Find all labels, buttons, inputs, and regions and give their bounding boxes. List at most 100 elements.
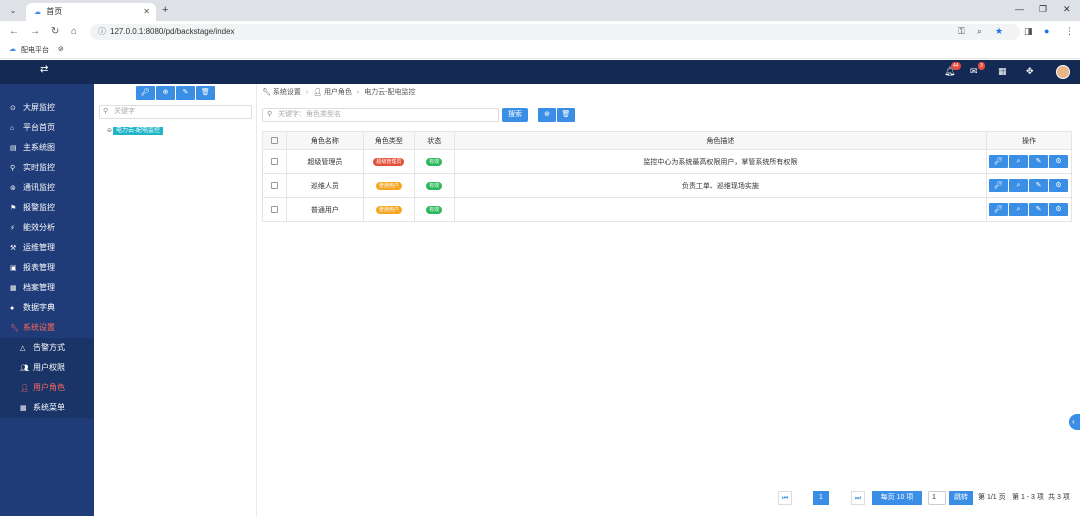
sidebar-item[interactable]: ⌂ 平台首页 <box>0 118 94 138</box>
tree-expand-icon[interactable]: ⊖ <box>107 128 112 134</box>
table-row[interactable]: 普通用户 普通用户 有效 🔑︎ ⌕ ✎ ⚙ <box>262 197 1072 222</box>
globe-icon[interactable]: ⊘ <box>58 45 64 53</box>
delete-role-button[interactable]: 🗑︎ <box>557 108 575 122</box>
view-button[interactable]: ⌕ <box>1009 155 1029 168</box>
edit-button[interactable]: ✎ <box>1029 203 1049 216</box>
mail-icon[interactable]: ✉ <box>970 66 978 77</box>
sidebar-subitem[interactable]: 👥︎ 用户权限 <box>0 358 94 378</box>
sidebar-item-label: 数据字典 <box>23 303 55 312</box>
add-role-button[interactable]: ⊕ <box>538 108 556 122</box>
sidebar-item[interactable]: ⚑ 报警监控 <box>0 198 94 218</box>
page-jump-input[interactable]: 1 <box>928 491 946 505</box>
zoom-icon[interactable]: ⌕ <box>977 26 982 37</box>
sidebar-item[interactable]: ⚲ 实时监控 <box>0 158 94 178</box>
browser-tab-strip: ⌄ ☁ 首页 ✕ + — ❐ ✕ <box>0 0 1080 21</box>
tree-add-button[interactable]: ⊕ <box>156 86 175 100</box>
sidebar-item[interactable]: ⊚ 通讯监控 <box>0 178 94 198</box>
pagination: ⏮︎ 1 ⏭︎ 每页 10 项 1 跳转 第 1/1 页 第 1 - 3 项 共… <box>0 490 1080 508</box>
role-search-input[interactable]: ⚲ 关键字：角色类型名 <box>262 108 499 122</box>
view-button[interactable]: ⌕ <box>1009 179 1029 192</box>
tree-node-label[interactable]: 电力云-配电监控 <box>113 127 164 135</box>
wrench-icon: 🔧︎ <box>262 89 271 96</box>
settings-button[interactable]: ⚙ <box>1049 155 1069 168</box>
forward-icon[interactable]: → <box>30 26 40 37</box>
sidebar-subitem-label: 告警方式 <box>33 343 65 352</box>
table-grid-icon[interactable]: ▦ <box>998 66 1007 77</box>
edit-button[interactable]: ✎ <box>1029 155 1049 168</box>
close-tab-icon[interactable]: ✕ <box>143 3 150 21</box>
col-header[interactable]: 角色描述 <box>453 131 988 150</box>
last-page-icon[interactable]: ⏭︎ <box>851 491 865 505</box>
page-size-select[interactable]: 每页 10 项 <box>872 491 922 505</box>
sidebar-item[interactable]: ⚡︎ 能效分析 <box>0 218 94 238</box>
sidebar-item[interactable]: ▣ 报表管理 <box>0 258 94 278</box>
side-collapse-arrow-icon[interactable]: ‹ <box>1069 414 1080 430</box>
sidebar-item[interactable]: ▦ 档案管理 <box>0 278 94 298</box>
home-nav-icon[interactable]: ⌂ <box>71 26 77 37</box>
bookmark-star-icon[interactable]: ★ <box>995 26 1003 37</box>
app-top-nav: ⇄ 🔔︎ 44 ✉ 3 ▦ ✥ <box>0 60 1080 84</box>
col-header[interactable]: 状态 <box>413 131 455 150</box>
main-content: 🔧︎ 系统设置 › 👤︎ 用户角色 › 电力云-配电监控 ⚲ 关键字：角色类型名… <box>257 84 1080 516</box>
key-button[interactable]: 🔑︎ <box>989 155 1009 168</box>
breadcrumb-separator: › <box>305 89 309 96</box>
sidebar-item-label: 能效分析 <box>23 223 55 232</box>
minimize-icon[interactable]: — <box>1015 4 1024 14</box>
site-info-icon[interactable]: ⓘ <box>98 27 106 36</box>
restore-icon[interactable]: ❐ <box>1039 4 1047 15</box>
fullscreen-icon[interactable]: ✥ <box>1026 66 1034 77</box>
profile-icon[interactable]: ● <box>1044 26 1049 36</box>
tree-node[interactable]: ⊖ 电力云-配电监控 <box>107 125 164 135</box>
tab-search-chevron-icon[interactable]: ⌄ <box>6 4 20 17</box>
url-field[interactable]: ⓘ 127.0.0.1:8080/pd/backstage/index <box>90 24 1020 40</box>
sidebar-item[interactable]: 🔧︎ 系统设置 <box>0 318 94 338</box>
view-button[interactable]: ⌕ <box>1009 203 1029 216</box>
table-row[interactable]: 超级管理员 超级管理员 有效 监控中心为系统最高权限用户，掌管系统所有权限 🔑︎ ⌕ ✎ ⚙ <box>262 149 1072 174</box>
sidebar-item[interactable]: ⚒ 运维管理 <box>0 238 94 258</box>
bookmark-link[interactable]: 配电平台 <box>21 45 49 55</box>
sidebar-item[interactable]: ▤ 主系统图 <box>0 138 94 158</box>
row-checkbox[interactable] <box>270 181 278 189</box>
sidebar-subitem[interactable]: ▦ 系统菜单 <box>0 398 94 418</box>
avatar[interactable] <box>1056 65 1070 79</box>
row-actions-cell: 🔑︎ ⌕ ✎ ⚙ <box>986 197 1072 222</box>
sidebar-subitem-label: 用户权限 <box>33 363 65 372</box>
sidebar-subitem[interactable]: 👤︎ 用户角色 <box>0 378 94 398</box>
sidebar-item[interactable]: ⊙ 大屏监控 <box>0 98 94 118</box>
diagram-icon: ▤ <box>10 145 17 152</box>
reload-icon[interactable]: ↻ <box>51 26 59 37</box>
new-tab-icon[interactable]: + <box>162 4 168 16</box>
page-number[interactable]: 1 <box>813 491 829 505</box>
key-button[interactable]: 🔑︎ <box>989 203 1009 216</box>
role-type-cell: 普通用户 <box>362 173 415 198</box>
row-checkbox[interactable] <box>270 157 278 165</box>
breadcrumb-item[interactable]: 系统设置 <box>273 89 301 96</box>
settings-button[interactable]: ⚙ <box>1049 179 1069 192</box>
tree-delete-button[interactable]: 🗑︎ <box>196 86 215 100</box>
edit-button[interactable]: ✎ <box>1029 179 1049 192</box>
menu-toggle-icon[interactable]: ⇄ <box>40 64 48 75</box>
table-row[interactable]: 巡维人员 普通用户 有效 负责工单、巡维现场实施 🔑︎ ⌕ ✎ ⚙ <box>262 173 1072 198</box>
browser-tab[interactable]: ☁ 首页 ✕ <box>26 3 156 21</box>
key-button[interactable]: 🔑︎ <box>989 179 1009 192</box>
tree-edit-button[interactable]: ✎ <box>176 86 195 100</box>
browser-menu-icon[interactable]: ⋮ <box>1065 26 1074 37</box>
col-header[interactable]: 角色名称 <box>285 131 364 150</box>
tree-key-button[interactable]: 🔑︎ <box>136 86 155 100</box>
password-key-icon[interactable]: ⚿ <box>958 26 965 37</box>
search-button[interactable]: 搜索 <box>502 108 528 122</box>
sidebar-item[interactable]: ● 数据字典 <box>0 298 94 318</box>
breadcrumb: 🔧︎ 系统设置 › 👤︎ 用户角色 › 电力云-配电监控 <box>262 87 416 97</box>
sidebar-subitem[interactable]: △ 告警方式 <box>0 338 94 358</box>
select-all-checkbox[interactable] <box>270 136 278 144</box>
first-page-icon[interactable]: ⏮︎ <box>778 491 792 505</box>
col-header[interactable]: 角色类型 <box>362 131 415 150</box>
window-close-icon[interactable]: ✕ <box>1063 4 1071 15</box>
tree-search-input[interactable]: ⚲ 关键字 <box>99 105 252 119</box>
side-panel-icon[interactable]: ◨ <box>1024 26 1033 37</box>
back-icon[interactable]: ← <box>9 26 19 37</box>
jump-button[interactable]: 跳转 <box>949 491 973 505</box>
settings-button[interactable]: ⚙ <box>1049 203 1069 216</box>
row-checkbox[interactable] <box>270 205 278 213</box>
breadcrumb-item[interactable]: 用户角色 <box>324 89 352 96</box>
